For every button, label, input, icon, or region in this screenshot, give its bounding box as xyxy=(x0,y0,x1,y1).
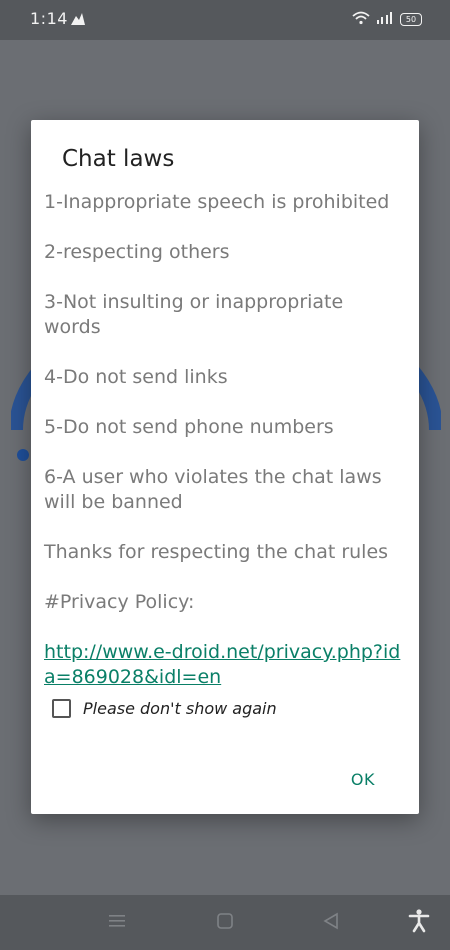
rule-text: 1-Inappropriate speech is prohibited xyxy=(44,191,390,213)
thanks-text: Thanks for respecting the chat rules xyxy=(44,541,389,563)
privacy-policy-link[interactable]: http://www.e-droid.net/privacy.php?ida=8… xyxy=(44,641,400,688)
ok-button[interactable]: OK xyxy=(351,770,375,789)
back-icon[interactable] xyxy=(322,912,340,934)
status-time: 1:14 xyxy=(30,9,68,28)
dont-show-again-checkbox[interactable] xyxy=(52,699,71,718)
dont-show-again-row[interactable]: Please don't show again xyxy=(52,699,277,718)
chat-laws-dialog: Chat laws 1-Inappropriate speech is proh… xyxy=(31,120,419,814)
menu-icon[interactable] xyxy=(108,912,126,934)
dialog-title: Chat laws xyxy=(62,146,175,172)
rule-text: 5-Do not send phone numbers xyxy=(44,416,334,438)
battery-icon: 50 xyxy=(400,13,422,26)
signal-icon xyxy=(376,10,394,29)
status-bar: 1:14 50 xyxy=(0,0,450,40)
accessibility-icon[interactable] xyxy=(408,909,430,937)
dont-show-again-label[interactable]: Please don't show again xyxy=(83,699,277,718)
notification-icon xyxy=(70,11,86,30)
rule-text: 4-Do not send links xyxy=(44,366,228,388)
rule-text: 6-A user who violates the chat laws will… xyxy=(44,466,382,513)
navigation-bar xyxy=(0,895,450,950)
privacy-policy-heading: #Privacy Policy: xyxy=(44,591,195,613)
rule-text: 3-Not insulting or inappropriate words xyxy=(44,291,344,338)
status-icons: 50 xyxy=(352,10,422,29)
home-icon[interactable] xyxy=(216,912,234,934)
dialog-body: 1-Inappropriate speech is prohibited 2-r… xyxy=(44,190,404,715)
rule-text: 2-respecting others xyxy=(44,241,230,263)
wifi-icon xyxy=(352,10,370,29)
